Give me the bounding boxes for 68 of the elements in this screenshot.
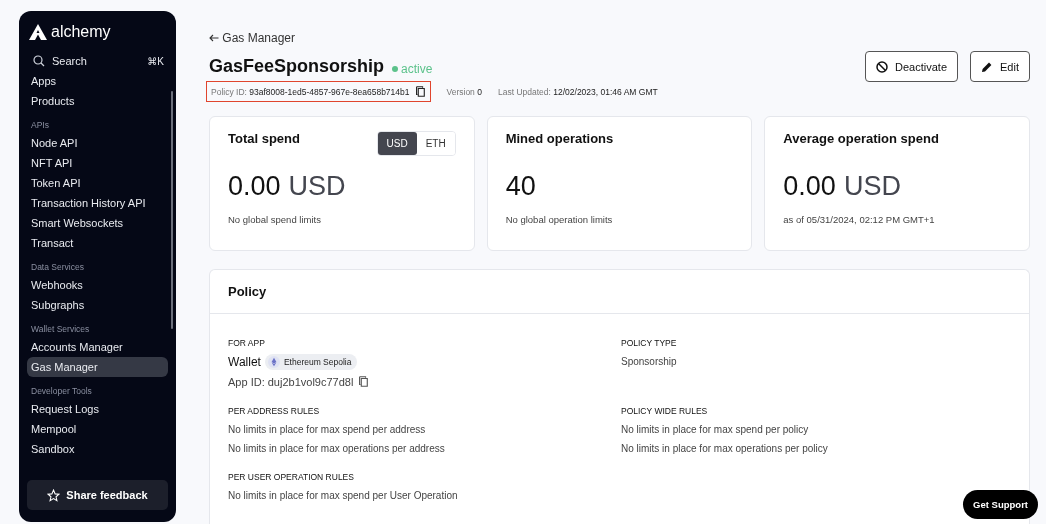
stat-title: Average operation spend — [783, 131, 939, 146]
nav-section-heading: Developer Tools — [30, 385, 93, 398]
share-feedback-button[interactable]: Share feedback — [27, 480, 168, 510]
nav-item[interactable]: Apps — [27, 71, 168, 91]
nav-section-heading: APIs — [30, 119, 50, 132]
back-arrow-icon — [209, 34, 219, 42]
page-title: GasFeeSponsorship — [209, 56, 385, 77]
section-title: Policy — [228, 284, 267, 299]
field-label: FOR APP — [228, 338, 266, 348]
last-updated: Last Updated: 12/02/2023, 01:46 AM GMT — [497, 86, 658, 97]
nav-item[interactable]: Transaction History API — [27, 193, 168, 213]
stat-unit: USD — [288, 171, 346, 202]
block-icon — [876, 60, 889, 73]
stat-note: No global operation limits — [505, 214, 614, 225]
stat-value: 0.00 — [228, 171, 281, 202]
field-value: Sponsorship — [621, 356, 678, 367]
stat-unit: USD — [843, 171, 901, 202]
nav-item[interactable]: Request Logs — [27, 399, 168, 419]
stat-title: Total spend — [228, 131, 300, 146]
brand-name: alchemy — [51, 23, 111, 41]
deactivate-button[interactable]: Deactivate — [865, 51, 959, 82]
stat-note: as of 05/31/2024, 02:12 PM GMT+1 — [783, 214, 936, 225]
nav-item[interactable]: Accounts Manager — [27, 337, 168, 357]
field-label: POLICY WIDE RULES — [621, 406, 709, 416]
nav-item[interactable]: NFT API — [27, 153, 168, 173]
nav-item[interactable]: Smart Websockets — [27, 213, 168, 233]
nav-section-heading: Wallet Services — [30, 323, 91, 336]
app-id: App ID: duj2b1vol9c77d8l — [228, 375, 354, 388]
nav-item[interactable]: Webhooks — [27, 275, 168, 295]
field-label: POLICY TYPE — [621, 338, 678, 348]
rule-text: No limits in place for max operations per policy — [621, 443, 829, 454]
stat-title: Mined operations — [505, 131, 614, 146]
nav-item[interactable]: Sandbox — [27, 439, 168, 459]
app-name: Wallet — [228, 355, 261, 369]
nav-item[interactable]: Subgraphs — [27, 295, 168, 315]
logo-icon — [29, 24, 47, 40]
nav-item[interactable]: Products — [27, 91, 168, 111]
rule-text: No limits in place for max spend per address — [228, 424, 427, 435]
field-label: PER ADDRESS RULES — [228, 406, 321, 416]
nav-section-heading: Data Services — [30, 261, 85, 274]
rule-text: No limits in place for max spend per policy — [621, 424, 810, 435]
status-badge: active — [392, 62, 433, 76]
policy-id: Policy ID: 93af8008-1ed5-4857-967e-8ea658b714b1 — [211, 86, 410, 97]
nav-item[interactable]: Mempool — [27, 419, 168, 439]
rule-text: No limits in place for max operations per address — [228, 443, 446, 454]
get-support-button[interactable]: Get Support — [963, 490, 1038, 519]
rule-text: No limits in place for max spend per User Operation — [228, 490, 459, 501]
nav-item[interactable]: Token API — [27, 173, 168, 193]
nav-item[interactable]: Node API — [27, 133, 168, 153]
field-label: PER USER OPERATION RULES — [228, 472, 355, 482]
star-icon — [47, 488, 61, 502]
network-tag: Ethereum Sepolia — [264, 354, 358, 370]
stat-value: 40 — [505, 171, 536, 202]
search-field[interactable]: Search ⌘K — [27, 51, 168, 71]
edit-button[interactable]: Edit — [970, 51, 1030, 82]
search-icon — [33, 55, 45, 67]
stat-note: No global spend limits — [228, 214, 322, 225]
copy-icon[interactable] — [357, 375, 370, 388]
currency-tab[interactable]: USD — [377, 132, 417, 155]
pencil-icon — [981, 60, 994, 73]
scrollbar[interactable] — [171, 91, 173, 329]
nav-item[interactable]: Transact — [27, 233, 168, 253]
ethereum-icon — [267, 356, 280, 368]
version: Version 0 — [446, 86, 482, 97]
stat-value: 0.00 — [783, 171, 836, 202]
copy-icon[interactable] — [413, 85, 426, 98]
back-link[interactable]: Gas Manager — [209, 31, 296, 45]
nav-item[interactable]: Gas Manager — [27, 357, 168, 377]
